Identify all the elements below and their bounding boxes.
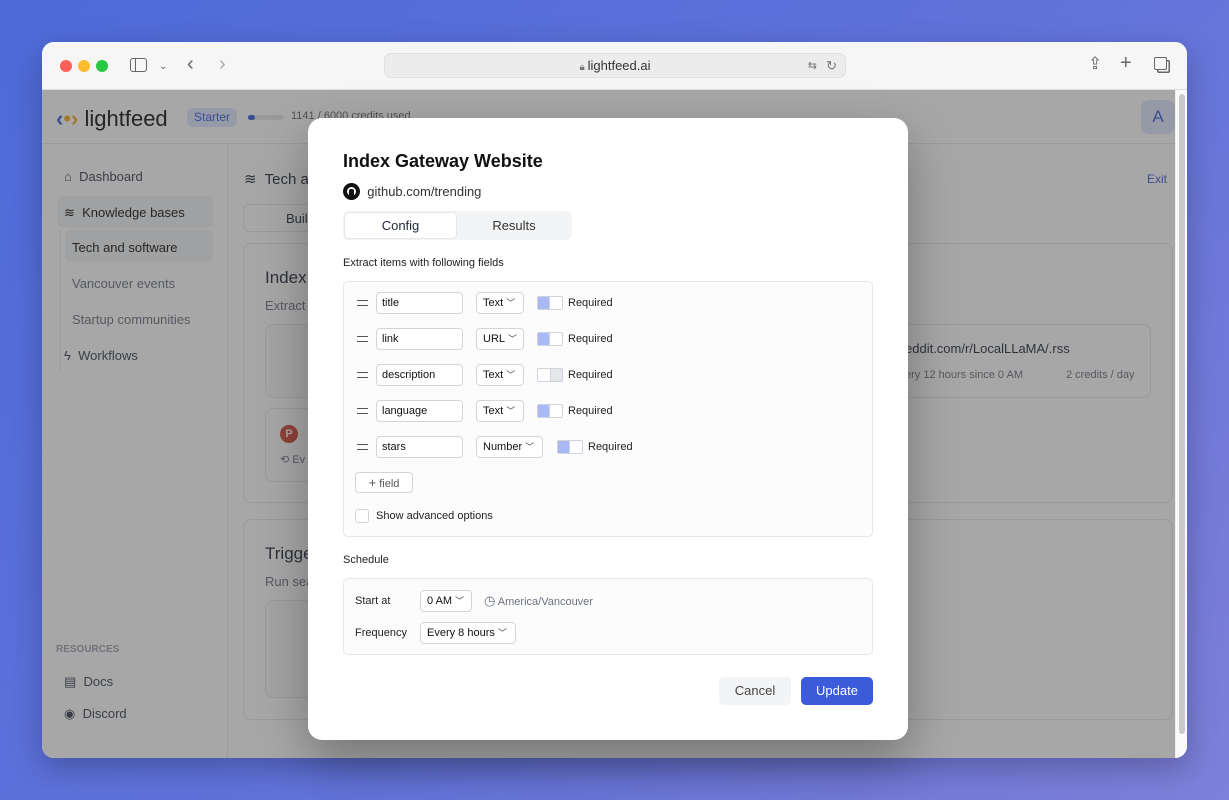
chevron-down-icon: ﹀ — [506, 406, 516, 416]
back-icon[interactable]: ‹ — [187, 54, 194, 74]
tab-config[interactable]: Config — [344, 212, 457, 239]
clock-icon: ◷ — [484, 593, 496, 608]
select-value: 0 AM — [427, 595, 453, 607]
field-type-select[interactable]: URL ﹀ — [476, 328, 524, 350]
field-name-input[interactable]: link — [376, 328, 463, 350]
chevron-down-icon: ﹀ — [506, 370, 516, 380]
advanced-options-checkbox[interactable] — [355, 509, 369, 523]
required-label: Required — [568, 333, 613, 345]
required-label: Required — [568, 369, 613, 381]
drag-handle-icon[interactable] — [357, 336, 368, 342]
url-text: lightfeed.ai — [587, 58, 651, 73]
tab-results[interactable]: Results — [457, 212, 571, 239]
fields-box: title Text ﹀ Required link URL ﹀ Required … — [343, 281, 873, 537]
reload-icon[interactable]: ↻ — [826, 54, 837, 78]
share-icon[interactable]: ⇪ — [1088, 55, 1102, 72]
required-label: Required — [568, 297, 613, 309]
tabs-icon[interactable] — [1154, 57, 1167, 70]
schedule-heading: Schedule — [343, 554, 389, 566]
timezone: ◷ America/Vancouver — [484, 593, 593, 609]
required-toggle[interactable] — [537, 404, 563, 418]
select-value: Text — [483, 369, 504, 381]
field-type-select[interactable]: Text ﹀ — [476, 364, 524, 386]
chevron-down-icon: ﹀ — [497, 628, 507, 638]
close-window-button[interactable] — [60, 60, 72, 72]
translate-icon[interactable]: ⇆ — [808, 54, 817, 78]
modal-title: Index Gateway Website — [343, 151, 543, 171]
chevron-down-icon: ﹀ — [455, 596, 465, 606]
field-type-select[interactable]: Number ﹀ — [476, 436, 543, 458]
field-name-input[interactable]: description — [376, 364, 463, 386]
zoom-window-button[interactable] — [96, 60, 108, 72]
required-toggle[interactable] — [537, 332, 563, 346]
source-url: github.com/trending — [367, 184, 482, 199]
field-type-select[interactable]: Text ﹀ — [476, 292, 524, 314]
drag-handle-icon[interactable] — [357, 300, 368, 306]
select-value: Text — [483, 405, 504, 417]
field-name-input[interactable]: language — [376, 400, 463, 422]
scrollbar[interactable] — [1175, 90, 1187, 758]
github-icon — [343, 183, 360, 200]
chevron-down-icon[interactable]: ⌄ — [159, 59, 167, 75]
forward-icon[interactable]: › — [219, 54, 226, 74]
schedule-box: Start at 0 AM ﹀ ◷ America/Vancouver Frequ… — [343, 578, 873, 655]
field-name-input[interactable]: title — [376, 292, 463, 314]
add-field-label: field — [379, 478, 400, 490]
tab-bar: Config Results — [343, 211, 572, 240]
chevron-down-icon: ﹀ — [508, 334, 518, 344]
chevron-down-icon: ﹀ — [506, 298, 516, 308]
index-modal: Index Gateway Website github.com/trendin… — [308, 118, 908, 740]
update-button[interactable]: Update — [801, 677, 873, 705]
drag-handle-icon[interactable] — [357, 408, 368, 414]
fields-heading: Extract items with following fields — [343, 257, 504, 269]
drag-handle-icon[interactable] — [357, 372, 368, 378]
select-value: Text — [483, 297, 504, 309]
address-bar[interactable]: 🔒︎ lightfeed.ai ⇆ ↻ — [384, 53, 846, 78]
browser-toolbar: ⌄ ‹ › 🔒︎ lightfeed.ai ⇆ ↻ ⇪ + — [42, 42, 1187, 90]
minimize-window-button[interactable] — [78, 60, 90, 72]
lock-icon: 🔒︎ — [579, 62, 588, 73]
select-value: URL — [483, 333, 506, 345]
required-toggle[interactable] — [537, 368, 563, 382]
add-field-button[interactable]: + field — [355, 472, 413, 493]
start-at-select[interactable]: 0 AM ﹀ — [420, 590, 472, 612]
field-name-input[interactable]: stars — [376, 436, 463, 458]
plus-icon: + — [368, 475, 377, 490]
required-toggle[interactable] — [537, 296, 563, 310]
sidebar-icon[interactable] — [130, 58, 147, 72]
cancel-button[interactable]: Cancel — [719, 677, 791, 705]
required-toggle[interactable] — [557, 440, 583, 454]
new-tab-icon[interactable]: + — [1120, 53, 1132, 73]
select-value: Number — [483, 441, 523, 453]
drag-handle-icon[interactable] — [357, 444, 368, 450]
timezone-text: America/Vancouver — [497, 596, 593, 608]
chevron-down-icon: ﹀ — [525, 442, 535, 452]
select-value: Every 8 hours — [427, 627, 495, 639]
required-label: Required — [568, 405, 613, 417]
required-label: Required — [588, 441, 633, 453]
frequency-label: Frequency — [355, 627, 407, 639]
field-type-select[interactable]: Text ﹀ — [476, 400, 524, 422]
source: github.com/trending — [343, 183, 481, 200]
start-at-label: Start at — [355, 595, 391, 607]
advanced-options-label[interactable]: Show advanced options — [376, 510, 493, 522]
frequency-select[interactable]: Every 8 hours ﹀ — [420, 622, 516, 644]
